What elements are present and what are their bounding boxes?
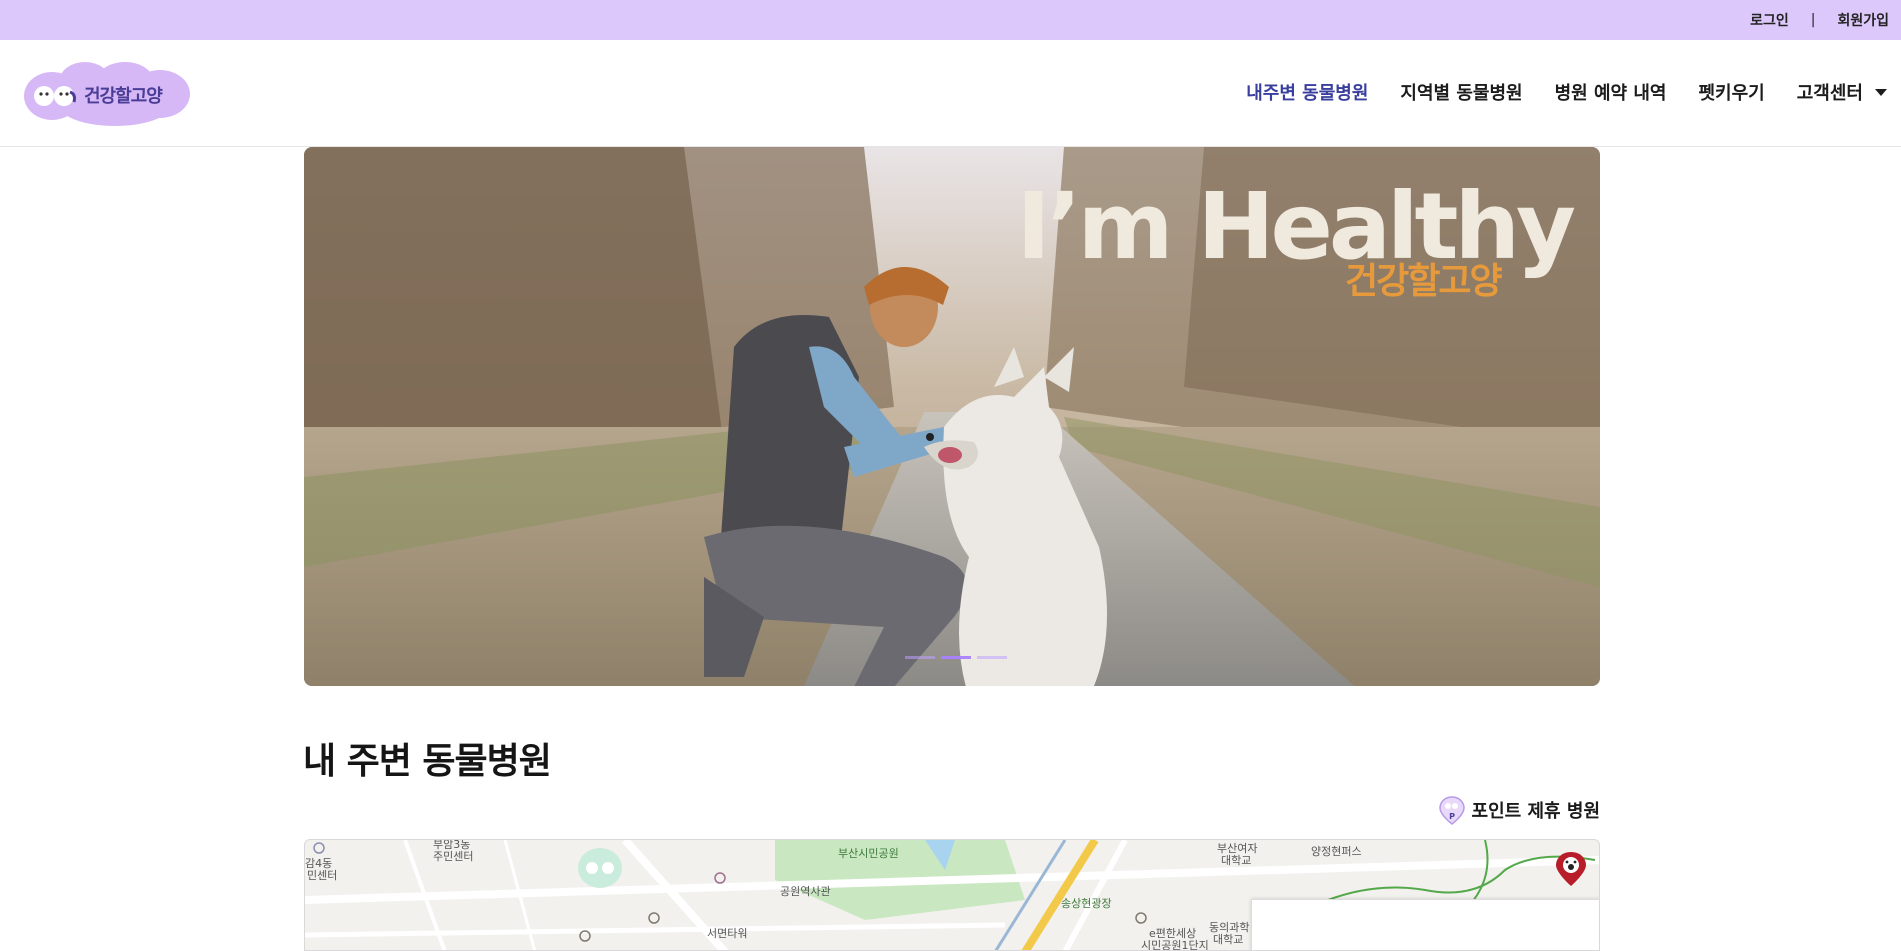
carousel-indicator[interactable]	[977, 656, 1007, 659]
map-label: 양정현퍼스	[1311, 845, 1362, 858]
map-label: 부산시민공원	[838, 847, 899, 860]
site-logo[interactable]: 건강할고양	[20, 58, 194, 128]
link-separator: |	[1810, 12, 1816, 28]
partner-label: 포인트 제휴 병원	[1471, 801, 1600, 822]
hospital-map[interactable]: 부암3동 주민센터 감4동 민센터 부산시민공원 공원역사관 서면타워 송상현광…	[304, 839, 1600, 951]
nav-nearby-hospitals[interactable]: 내주변 동물병원	[1246, 79, 1368, 105]
nav-regional-hospitals[interactable]: 지역별 동물병원	[1400, 79, 1522, 105]
signup-link[interactable]: 회원가입	[1837, 10, 1889, 30]
map-label: 대학교	[1221, 854, 1252, 867]
carousel-indicators	[902, 656, 1010, 659]
map-label: 민센터	[307, 869, 338, 882]
login-link[interactable]: 로그인	[1750, 10, 1789, 30]
map-label: 서면타워	[707, 927, 748, 940]
chevron-down-icon	[1875, 88, 1887, 96]
logo-text: 건강할고양	[84, 86, 163, 107]
main-nav: 내주변 동물병원 지역별 동물병원 병원 예약 내역 펫키우기 고객센터	[1214, 79, 1887, 105]
nav-reservations[interactable]: 병원 예약 내역	[1555, 79, 1667, 105]
map-list-panel	[1251, 899, 1599, 950]
section-title: 내 주변 동물병원	[303, 741, 552, 782]
nav-pet-care[interactable]: 펫키우기	[1699, 79, 1765, 105]
carousel-indicator[interactable]	[905, 656, 935, 659]
hero-subtitle: 건강할고양	[1345, 261, 1503, 302]
partner-pin-icon: P	[1438, 796, 1465, 825]
map-label: 공원역사관	[780, 885, 831, 898]
top-bar: 로그인 | 회원가입	[0, 0, 1901, 40]
partner-legend: P 포인트 제휴 병원	[1438, 795, 1600, 825]
nav-customer-center[interactable]: 고객센터	[1797, 79, 1887, 105]
site-header: 건강할고양 내주변 동물병원 지역별 동물병원 병원 예약 내역 펫키우기 고객…	[0, 40, 1901, 147]
svg-text:P: P	[1449, 812, 1455, 821]
hero-carousel[interactable]: I’m Healthy 건강할고양	[304, 147, 1600, 686]
map-label: 대학교	[1213, 933, 1244, 946]
map-label: 송상현광장	[1061, 897, 1112, 910]
nav-customer-center-label: 고객센터	[1796, 83, 1863, 104]
carousel-indicator[interactable]	[941, 656, 971, 659]
map-label: 주민센터	[433, 850, 474, 863]
account-links: 로그인 | 회원가입	[1750, 10, 1889, 30]
map-label: 시민공원1단지	[1141, 939, 1209, 951]
